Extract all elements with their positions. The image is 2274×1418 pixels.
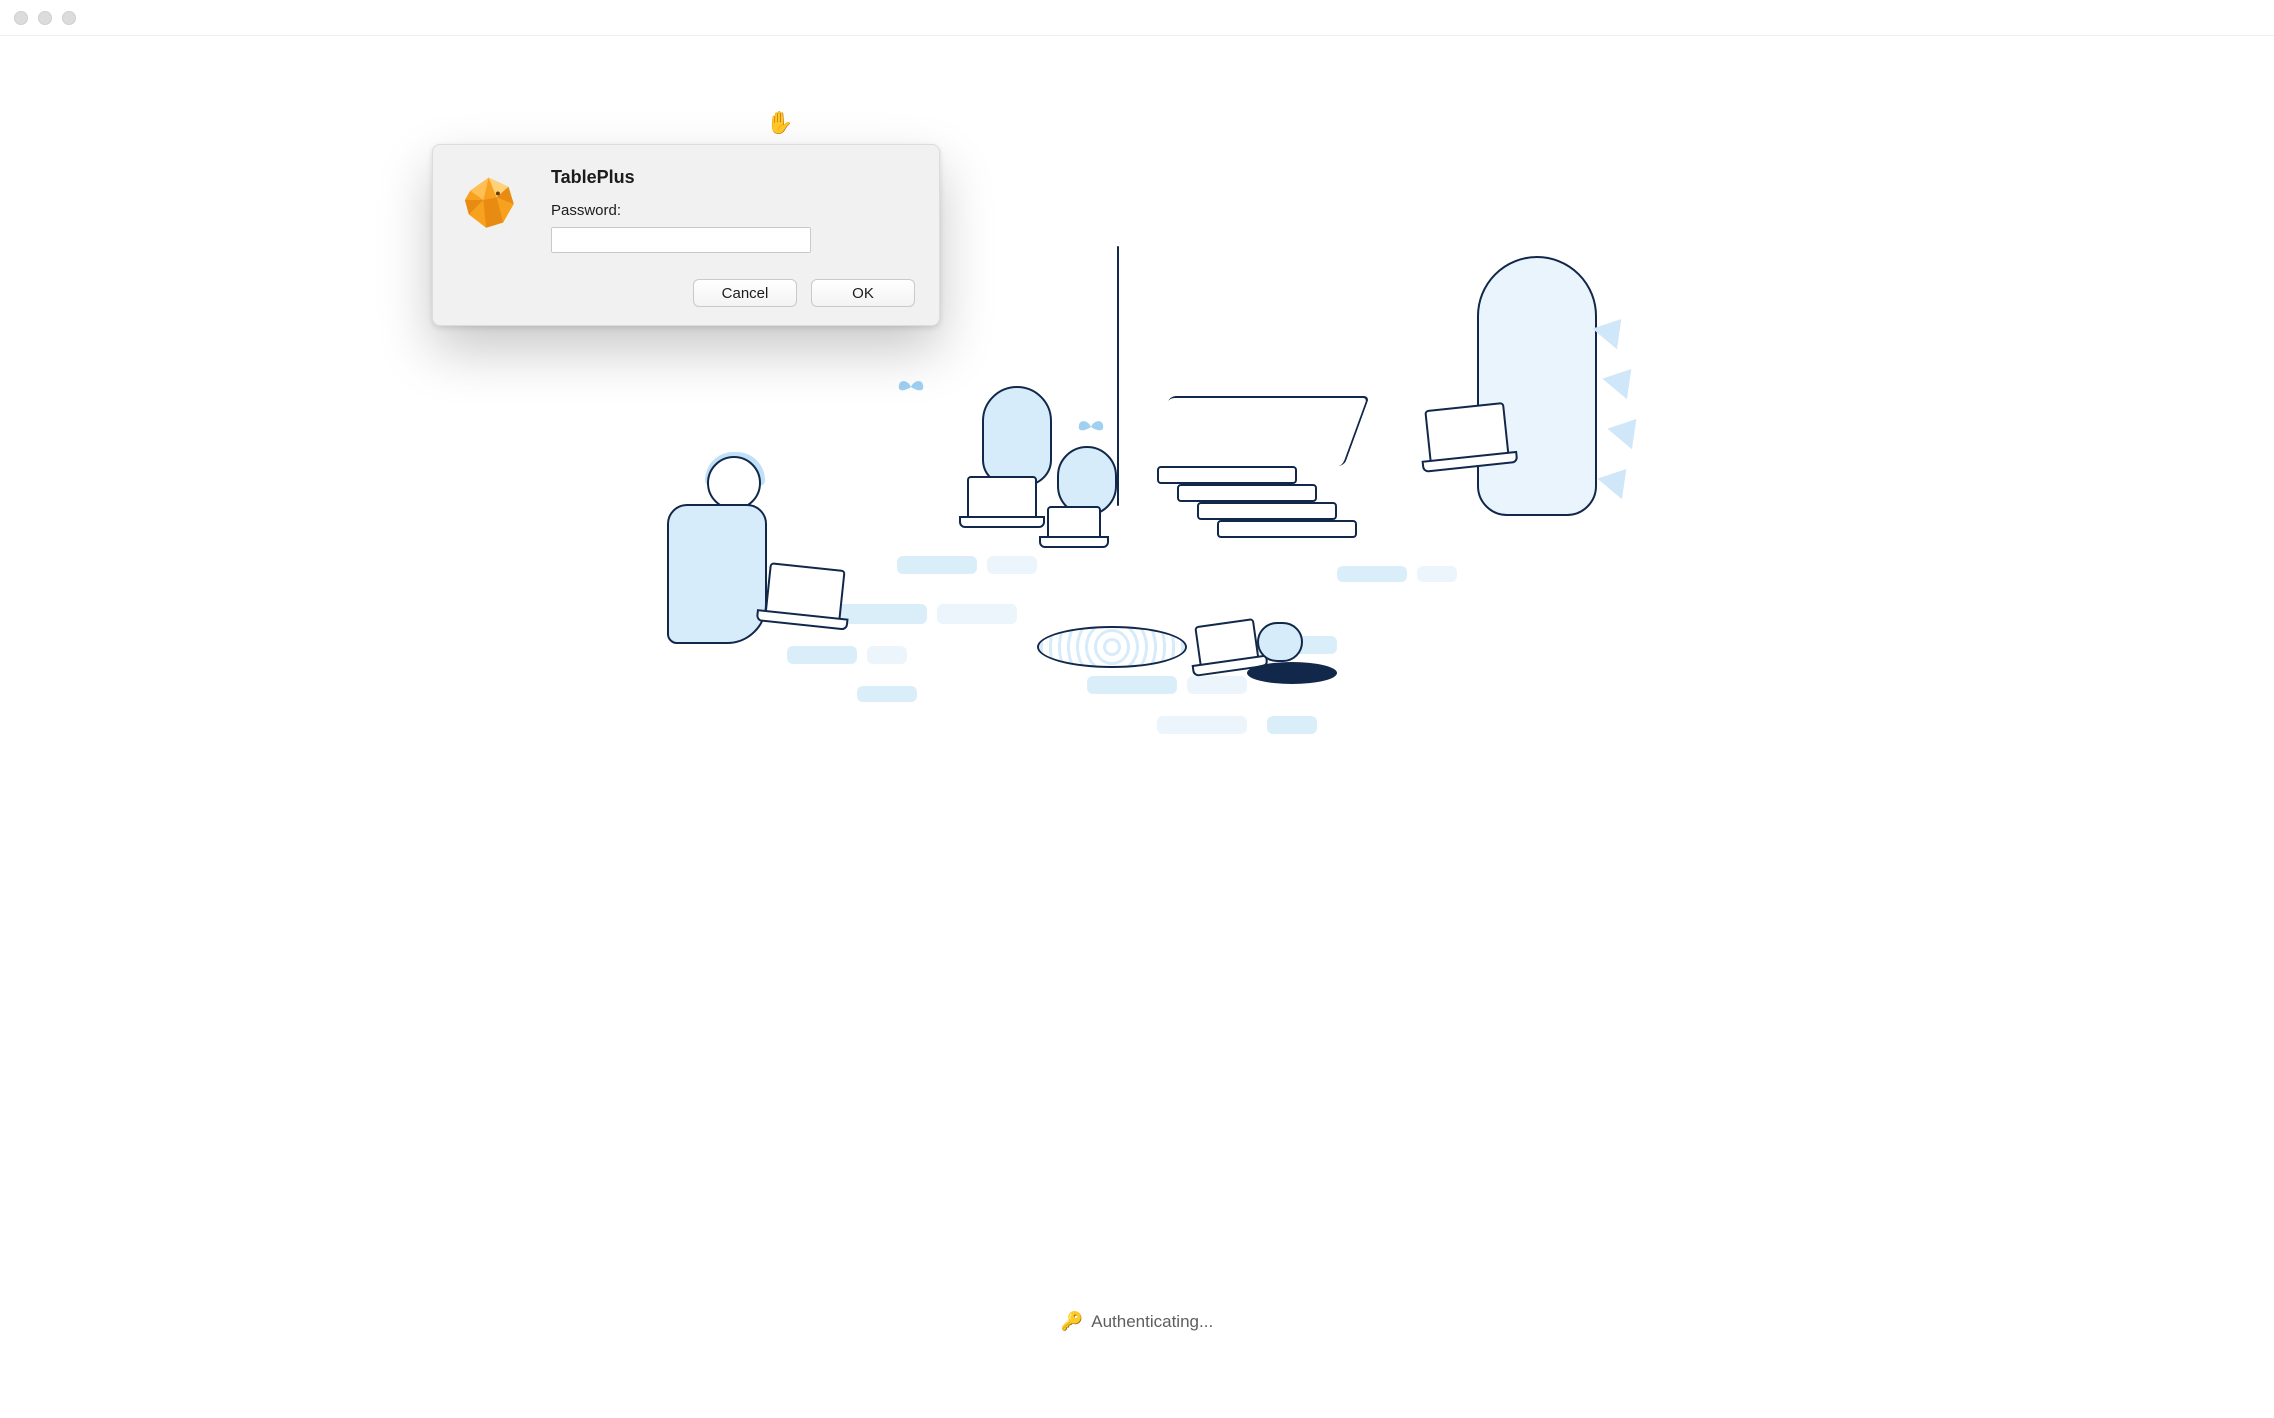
- stage: ✋: [0, 36, 2274, 1418]
- app-icon: [457, 167, 541, 253]
- traffic-zoom-icon[interactable]: [62, 11, 76, 25]
- key-icon: 🔑: [1061, 1311, 1083, 1332]
- password-label: Password:: [551, 202, 915, 219]
- ok-button[interactable]: OK: [811, 279, 915, 307]
- hand-cursor-icon: ✋: [766, 110, 793, 136]
- password-dialog: TablePlus Password: Cancel OK: [432, 144, 940, 326]
- status-text: Authenticating...: [1091, 1312, 1213, 1332]
- status-bar: 🔑 Authenticating...: [1061, 1311, 1213, 1332]
- window-titlebar: [0, 0, 2274, 36]
- traffic-minimize-icon[interactable]: [38, 11, 52, 25]
- traffic-close-icon[interactable]: [14, 11, 28, 25]
- cancel-button[interactable]: Cancel: [693, 279, 797, 307]
- dialog-title: TablePlus: [551, 167, 915, 188]
- password-input[interactable]: [551, 227, 811, 253]
